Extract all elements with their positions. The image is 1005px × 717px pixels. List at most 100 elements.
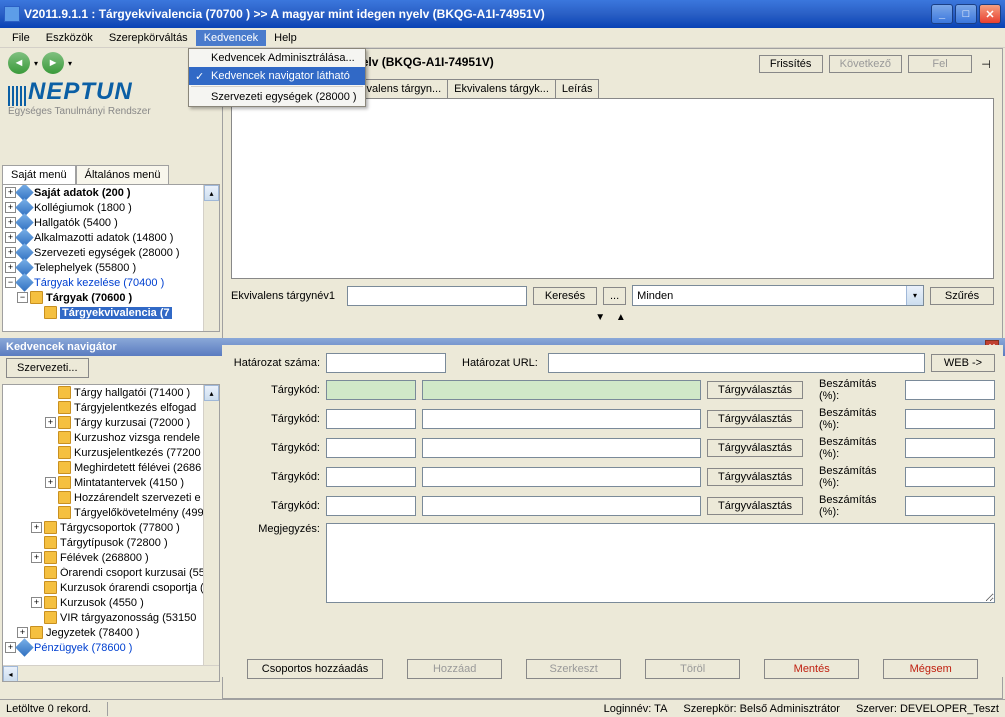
scroll-left-icon[interactable]: ◂	[3, 666, 18, 682]
tree-expand-icon[interactable]: +	[31, 522, 42, 533]
tval-button-2[interactable]: Tárgyválasztás	[707, 410, 803, 428]
menu-favorites[interactable]: Kedvencek	[196, 30, 266, 46]
tree-kolleg[interactable]: Kollégiumok (1800 )	[34, 202, 132, 214]
tree-szerv[interactable]: Szervezeti egységek (28000 )	[34, 247, 180, 259]
besz-input-3[interactable]	[905, 438, 995, 458]
filter-dropdown[interactable]: Minden ▾	[632, 285, 924, 306]
targykod-input-4a[interactable]	[326, 467, 416, 487]
next-button[interactable]: Következő	[829, 55, 902, 73]
tree-fel[interactable]: Félévek (268800 )	[60, 552, 149, 564]
tree-penz[interactable]: Pénzügyek (78600 )	[34, 642, 132, 654]
tree-expand-icon[interactable]: +	[31, 552, 42, 563]
fav-nav-visible-item[interactable]: ✓ Kedvencek navigator látható	[189, 67, 365, 85]
save-button[interactable]: Mentés	[764, 659, 859, 679]
org-button[interactable]: Szervezeti...	[6, 358, 89, 378]
besz-input-5[interactable]	[905, 496, 995, 516]
tree-expand-icon[interactable]: +	[17, 627, 28, 638]
targykod-input-2b[interactable]	[422, 409, 701, 429]
besz-input-2[interactable]	[905, 409, 995, 429]
tree-scrollbar-h[interactable]: ◂	[3, 665, 219, 681]
edit-button[interactable]: Szerkeszt	[526, 659, 621, 679]
add-button[interactable]: Hozzáad	[407, 659, 502, 679]
tree-tcs[interactable]: Tárgycsoportok (77800 )	[60, 522, 180, 534]
browse-button[interactable]: ...	[603, 287, 626, 305]
fav-admin-item[interactable]: Kedvencek Adminisztrálása...	[189, 49, 365, 67]
menu-tools[interactable]: Eszközök	[38, 30, 101, 46]
tree-sajat[interactable]: Saját adatok (200 )	[34, 187, 131, 199]
search-input[interactable]	[347, 286, 527, 306]
tree-tje[interactable]: Tárgyjelentkezés elfogad	[74, 402, 196, 414]
group-add-button[interactable]: Csoportos hozzáadás	[247, 659, 383, 679]
menu-help[interactable]: Help	[266, 30, 305, 46]
tree-jegy[interactable]: Jegyzetek (78400 )	[46, 627, 140, 639]
forward-dropdown-icon[interactable]: ▾	[68, 59, 72, 68]
tab-ekv3[interactable]: Ekvivalens tárgyk...	[447, 79, 556, 98]
haturl-input[interactable]	[548, 353, 925, 373]
tab-leiras[interactable]: Leírás	[555, 79, 600, 98]
megj-textarea[interactable]	[326, 523, 995, 603]
targykod-input-4b[interactable]	[422, 467, 701, 487]
pin-icon[interactable]: ⊣	[978, 56, 994, 72]
tree-expand-icon[interactable]: +	[45, 417, 56, 428]
tree-mtt[interactable]: Mintatantervek (4150 )	[74, 477, 184, 489]
tree-kur[interactable]: Kurzusok (4550 )	[60, 597, 144, 609]
targykod-input-2a[interactable]	[326, 409, 416, 429]
tree-hsze[interactable]: Hozzárendelt szervezeti e	[74, 492, 201, 504]
close-button[interactable]: ✕	[979, 4, 1001, 24]
tree-expand-icon[interactable]: +	[45, 477, 56, 488]
tree-targyekviv[interactable]: Tárgyekvivalencia (7	[60, 307, 172, 319]
minimize-button[interactable]: _	[931, 4, 953, 24]
targykod-input-1a[interactable]	[326, 380, 416, 400]
tree-expand-icon[interactable]: +	[31, 597, 42, 608]
tree-targyak[interactable]: Tárgyak (70600 )	[46, 292, 132, 304]
web-button[interactable]: WEB ->	[931, 354, 995, 372]
tree-kj[interactable]: Kurzusjelentkezés (77200	[74, 447, 201, 459]
menu-file[interactable]: File	[4, 30, 38, 46]
besz-input-1[interactable]	[905, 380, 995, 400]
search-button[interactable]: Keresés	[533, 287, 597, 305]
tree-targyk[interactable]: Tárgyak kezelése (70400 )	[34, 277, 164, 289]
tree-kvr[interactable]: Kurzushoz vizsga rendele	[74, 432, 200, 444]
tree-tt[interactable]: Tárgytípusok (72800 )	[60, 537, 168, 549]
tree-tk[interactable]: Tárgy kurzusai (72000 )	[74, 417, 190, 429]
targykod-input-5b[interactable]	[422, 496, 701, 516]
hatsz-input[interactable]	[326, 353, 446, 373]
tree-scrollbar-v[interactable]: ▴	[203, 385, 219, 681]
scroll-up-icon[interactable]: ▴	[204, 385, 219, 401]
tab-general-menu[interactable]: Általános menü	[76, 165, 170, 184]
back-dropdown-icon[interactable]: ▾	[34, 59, 38, 68]
menu-roles[interactable]: Szerepkörváltás	[101, 30, 196, 46]
tval-button-1[interactable]: Tárgyválasztás	[707, 381, 803, 399]
refresh-button[interactable]: Frissítés	[759, 55, 823, 73]
tree-collapse-icon[interactable]: −	[17, 292, 28, 303]
besz-input-4[interactable]	[905, 467, 995, 487]
tree-ocsk[interactable]: Órarendi csoport kurzusai (55	[60, 567, 205, 579]
splitter-arrows[interactable]: ▼ ▲	[223, 312, 1002, 323]
targykod-input-3a[interactable]	[326, 438, 416, 458]
fav-org-item[interactable]: Szervezeti egységek (28000 )	[189, 88, 365, 106]
chevron-down-icon[interactable]: ▾	[906, 286, 923, 305]
tree-alk[interactable]: Alkalmazotti adatok (14800 )	[34, 232, 173, 244]
delete-button[interactable]: Töröl	[645, 659, 740, 679]
up-button[interactable]: Fel	[908, 55, 972, 73]
tree-virt[interactable]: VIR tárgyazonosság (53150	[60, 612, 196, 624]
cancel-button[interactable]: Mégsem	[883, 659, 978, 679]
maximize-button[interactable]: □	[955, 4, 977, 24]
filter-button[interactable]: Szűrés	[930, 287, 994, 305]
scroll-up-icon[interactable]: ▴	[204, 185, 219, 201]
tree-koc[interactable]: Kurzusok órarendi csoportja (3	[60, 582, 210, 594]
targykod-input-1b[interactable]	[422, 380, 701, 400]
back-button[interactable]: ◄	[8, 52, 30, 74]
tree-tek[interactable]: Tárgyelőkövetelmény (499	[74, 507, 204, 519]
tree-teleph[interactable]: Telephelyek (55800 )	[34, 262, 136, 274]
tab-own-menu[interactable]: Saját menü	[2, 165, 76, 184]
tval-button-4[interactable]: Tárgyválasztás	[707, 468, 803, 486]
tval-button-3[interactable]: Tárgyválasztás	[707, 439, 803, 457]
tval-button-5[interactable]: Tárgyválasztás	[707, 497, 803, 515]
tree-mhf[interactable]: Meghirdetett félévei (2686	[74, 462, 201, 474]
targykod-input-5a[interactable]	[326, 496, 416, 516]
targykod-input-3b[interactable]	[422, 438, 701, 458]
tree-scrollbar-v[interactable]: ▴	[203, 185, 219, 331]
tree-th[interactable]: Tárgy hallgatói (71400 )	[74, 387, 190, 399]
forward-button[interactable]: ►	[42, 52, 64, 74]
